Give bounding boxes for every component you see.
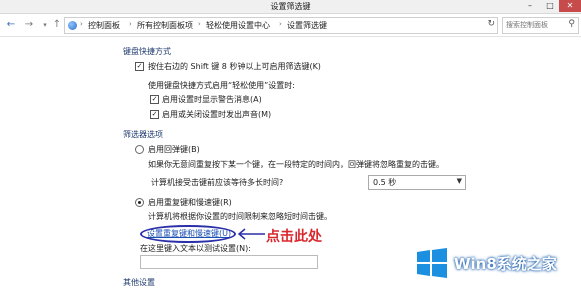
breadcrumb-item[interactable]: 所有控制面板项	[137, 20, 193, 31]
callout-text: 点击此处	[266, 229, 322, 245]
windows-logo-icon	[417, 248, 447, 278]
warning-message-checkbox[interactable]: ✓	[150, 95, 159, 104]
up-arrow-icon[interactable]: ↑	[50, 18, 64, 32]
chevron-down-icon: ▼	[456, 177, 462, 185]
wait-time-label: 计算机接受击键前应该等待多长时间?	[151, 178, 284, 187]
close-button[interactable]: ✕	[559, 0, 581, 12]
maximize-button[interactable]: □	[541, 0, 559, 12]
repeat-keys-radio[interactable]	[135, 198, 144, 207]
test-text-label: 在这里键入文本以测试设置(N):	[140, 244, 251, 253]
shortcut-note: 使用键盘快捷方式启用“轻松使用”设置时:	[148, 81, 295, 90]
breadcrumb-separator-icon: ›	[279, 20, 282, 28]
bounce-keys-description: 如果你无意间重复按下某一个键，在一段特定的时间内，回弹键将忽略重复的击键。	[148, 160, 444, 169]
sound-label[interactable]: 启用或关闭设置时发出声音(M)	[162, 109, 271, 120]
window-title: 设置筛选键	[270, 2, 311, 11]
address-bar[interactable]: › 控制面板 › 所有控制面板项 › 轻松使用设置中心 › 设置筛选键 ↻	[64, 17, 498, 34]
watermark-text: Win8系统之家	[454, 255, 557, 273]
title-bar: 设置筛选键 – □ ✕	[0, 0, 581, 14]
breadcrumb-separator-icon: ›	[198, 20, 201, 28]
warning-message-label[interactable]: 启用设置时显示警告消息(A)	[162, 94, 262, 105]
bounce-keys-radio[interactable]	[135, 145, 144, 154]
wait-time-value: 0.5 秒	[373, 178, 397, 187]
breadcrumb-item[interactable]: 控制面板	[88, 20, 120, 31]
refresh-icon[interactable]: ↻	[487, 19, 495, 29]
repeat-keys-description: 计算机将根据你设置的时间限制来忽略短时间击键。	[148, 212, 332, 221]
search-input[interactable]	[506, 20, 562, 30]
search-icon[interactable]: ⚲	[568, 19, 575, 29]
wait-time-select[interactable]: 0.5 秒 ▼	[368, 175, 466, 190]
minimize-button[interactable]: –	[521, 0, 539, 12]
control-panel-icon	[68, 21, 77, 30]
shift-key-label[interactable]: 按住右边的 Shift 键 8 秒钟以上可启用筛选键(K)	[148, 61, 321, 72]
breadcrumb-item[interactable]: 设置筛选键	[287, 20, 327, 31]
bounce-keys-label[interactable]: 启用回弹键(B)	[148, 144, 200, 155]
forward-arrow-icon[interactable]: →	[22, 18, 36, 32]
breadcrumb-separator-icon: ›	[80, 20, 83, 28]
highlight-oval	[140, 225, 236, 243]
shift-key-checkbox[interactable]: ✓	[135, 62, 144, 71]
sound-checkbox[interactable]: ✓	[150, 110, 159, 119]
back-arrow-icon[interactable]: ←	[4, 18, 18, 32]
test-text-input[interactable]	[140, 255, 318, 269]
section-title-filter-options: 筛选器选项	[123, 130, 163, 139]
section-title-keyboard-shortcut: 键盘快捷方式	[123, 47, 171, 56]
breadcrumb-item[interactable]: 轻松使用设置中心	[206, 20, 270, 31]
callout-arrow-icon	[237, 228, 265, 240]
watermark: Win8系统之家	[400, 244, 581, 283]
navigation-bar: ← → ▾ ↑ › 控制面板 › 所有控制面板项 › 轻松使用设置中心 › 设置…	[0, 14, 581, 37]
breadcrumb-separator-icon: ›	[129, 20, 132, 28]
search-box[interactable]: ⚲	[502, 17, 579, 34]
repeat-keys-label[interactable]: 启用重复键和慢速键(R)	[148, 197, 232, 208]
